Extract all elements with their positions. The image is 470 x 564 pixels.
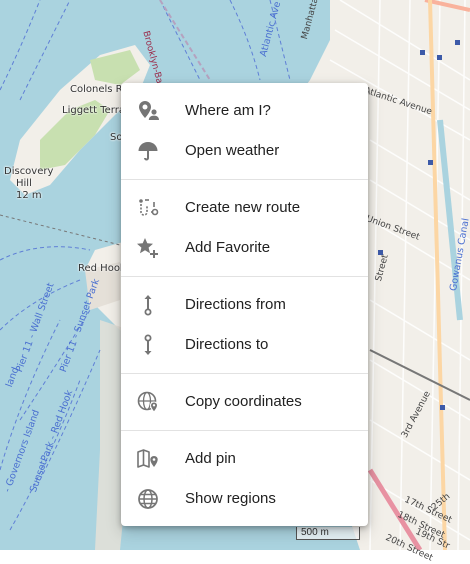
star-plus-icon bbox=[137, 238, 158, 258]
map-pin-icon bbox=[137, 449, 158, 468]
map-label-elevation: 12 m bbox=[16, 190, 42, 201]
menu-item-label: Add pin bbox=[185, 450, 236, 467]
menu-divider bbox=[121, 373, 368, 374]
menu-item-show-regions[interactable]: Show regions bbox=[121, 479, 368, 519]
menu-item-label: Show regions bbox=[185, 490, 276, 507]
menu-item-label: Add Favorite bbox=[185, 239, 271, 256]
map-label-liggett-terrace: Liggett Terra bbox=[62, 105, 125, 116]
menu-divider bbox=[121, 430, 368, 431]
map-scale-bar: 500 m bbox=[296, 527, 360, 540]
map-label-discovery: Discovery bbox=[4, 166, 54, 177]
menu-item-add-pin[interactable]: Add pin bbox=[121, 439, 368, 479]
context-menu: Where am I? Open weather Create new rout… bbox=[121, 83, 368, 526]
menu-item-copy-coordinates[interactable]: Copy coordinates bbox=[121, 382, 368, 422]
map-label-hill: Hill bbox=[16, 178, 32, 189]
menu-divider bbox=[121, 276, 368, 277]
menu-item-label: Open weather bbox=[185, 142, 280, 159]
menu-item-directions-from[interactable]: Directions from bbox=[121, 285, 368, 325]
direction-from-icon bbox=[144, 295, 152, 316]
menu-divider bbox=[121, 179, 368, 180]
menu-item-label: Directions from bbox=[185, 296, 286, 313]
menu-item-label: Copy coordinates bbox=[185, 393, 302, 410]
menu-item-where-am-i[interactable]: Where am I? bbox=[121, 91, 368, 131]
menu-item-label: Directions to bbox=[185, 336, 269, 353]
globe-pin-icon bbox=[137, 391, 159, 413]
map-label-red-hook: Red Hook bbox=[78, 263, 126, 274]
menu-item-create-new-route[interactable]: Create new route bbox=[121, 188, 368, 228]
menu-item-directions-to[interactable]: Directions to bbox=[121, 325, 368, 365]
menu-item-label: Where am I? bbox=[185, 102, 271, 119]
menu-item-add-favorite[interactable]: Add Favorite bbox=[121, 228, 368, 268]
menu-item-label: Create new route bbox=[185, 199, 301, 216]
umbrella-icon bbox=[138, 142, 158, 161]
menu-item-open-weather[interactable]: Open weather bbox=[121, 131, 368, 171]
route-icon bbox=[139, 199, 159, 216]
direction-to-icon bbox=[144, 334, 152, 355]
globe-icon bbox=[138, 489, 158, 509]
location-person-icon bbox=[139, 101, 159, 120]
